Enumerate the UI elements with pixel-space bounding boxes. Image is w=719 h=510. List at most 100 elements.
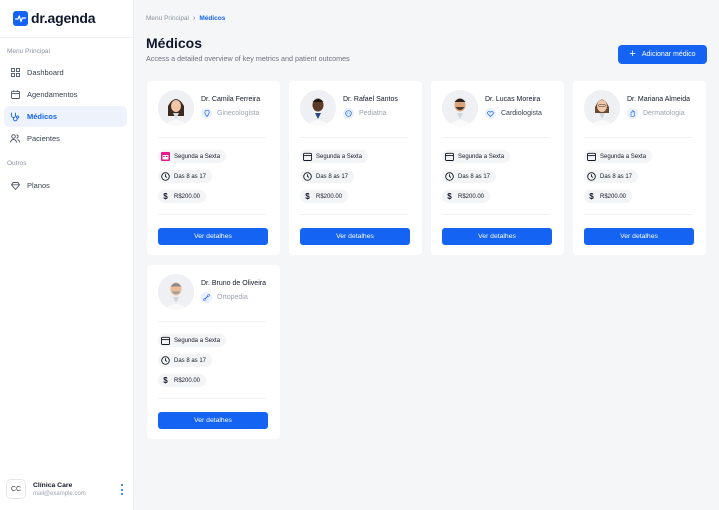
- doctor-specialty: Pediatria: [343, 108, 387, 119]
- card-divider: [300, 137, 408, 138]
- card-divider: [300, 214, 408, 215]
- doctor-name: Dr. Bruno de Oliveira: [201, 280, 266, 287]
- price-label: R$200.00: [174, 377, 201, 384]
- card-divider: [158, 321, 266, 322]
- schedule-hours: Das 8 as 17: [584, 170, 639, 183]
- dollar-icon: $: [305, 192, 310, 201]
- diamond-icon: [10, 181, 20, 191]
- calendar-icon: [303, 152, 312, 161]
- sidebar-item-label: Médicos: [27, 112, 58, 121]
- user-email: mail@example.com: [33, 490, 86, 497]
- user-profile[interactable]: CC Clínica Care mail@example.com: [6, 479, 128, 499]
- users-icon: [10, 134, 20, 144]
- hours-label: Das 8 as 17: [600, 173, 633, 180]
- card-divider: [158, 137, 266, 138]
- sidebar-item-pacientes[interactable]: Pacientes: [4, 128, 127, 149]
- brand-logo[interactable]: dr.agenda: [13, 10, 96, 26]
- sidebar-item-agendamentos[interactable]: Agendamentos: [4, 84, 127, 105]
- view-details-button[interactable]: Ver detalhes: [158, 412, 268, 429]
- doctor-card: Dr. Camila Ferreira Ginecologista Segund…: [147, 81, 280, 255]
- card-divider: [584, 214, 692, 215]
- doctor-specialty: Ortopedia: [201, 292, 248, 303]
- card-divider: [158, 398, 266, 399]
- sidebar: dr.agenda Menu Principal Dashboard Agend…: [0, 0, 134, 510]
- calendar-icon: [445, 152, 454, 161]
- clock-icon: [161, 172, 170, 181]
- card-divider: [158, 214, 266, 215]
- sidebar-item-medicos[interactable]: Médicos: [4, 106, 127, 127]
- hours-label: Das 8 as 17: [458, 173, 491, 180]
- schedule-days: Segunda a Sexta: [300, 150, 369, 163]
- calendar-icon: [587, 152, 596, 161]
- hours-label: Das 8 as 17: [174, 357, 207, 364]
- consult-price: $ R$200.00: [584, 190, 633, 203]
- view-details-button[interactable]: Ver detalhes: [584, 228, 694, 245]
- doctor-photo: [158, 90, 194, 126]
- dollar-icon: $: [163, 192, 168, 201]
- specialty-label: Pediatria: [359, 110, 387, 117]
- stethoscope-icon: [10, 112, 20, 122]
- doctor-photo: [300, 90, 336, 126]
- specialty-label: Ginecologista: [217, 110, 260, 117]
- specialty-label: Cardiologista: [501, 110, 542, 117]
- clock-icon: [445, 172, 454, 181]
- days-label: Segunda a Sexta: [316, 153, 363, 160]
- consult-price: $ R$200.00: [300, 190, 349, 203]
- calendar-icon: [10, 90, 20, 100]
- calendar-icon: [161, 152, 170, 161]
- doctor-photo: [158, 274, 194, 310]
- clock-icon: [161, 356, 170, 365]
- card-divider: [584, 137, 692, 138]
- price-label: R$200.00: [458, 193, 485, 200]
- sidebar-item-label: Pacientes: [27, 134, 60, 143]
- hand-icon: [627, 108, 638, 119]
- consult-price: $ R$200.00: [442, 190, 491, 203]
- pin-icon: [201, 108, 212, 119]
- plus-icon: +: [629, 48, 636, 60]
- sidebar-item-planos[interactable]: Planos: [4, 175, 127, 196]
- schedule-hours: Das 8 as 17: [158, 170, 213, 183]
- baby-icon: [343, 108, 354, 119]
- breadcrumb-root[interactable]: Menu Principal: [146, 15, 189, 22]
- view-details-button[interactable]: Ver detalhes: [158, 228, 268, 245]
- add-doctor-button[interactable]: + Adicionar médico: [618, 45, 707, 64]
- more-vertical-icon[interactable]: [120, 484, 124, 495]
- calendar-icon: [161, 336, 170, 345]
- view-details-button[interactable]: Ver detalhes: [442, 228, 552, 245]
- doctor-card: Dr. Mariana Almeida Dermatologia Segunda…: [573, 81, 706, 255]
- sidebar-item-dashboard[interactable]: Dashboard: [4, 62, 127, 83]
- view-details-button[interactable]: Ver detalhes: [300, 228, 410, 245]
- card-divider: [442, 214, 550, 215]
- doctor-specialty: Cardiologista: [485, 108, 542, 119]
- add-doctor-label: Adicionar médico: [641, 51, 696, 58]
- price-label: R$200.00: [600, 193, 627, 200]
- price-label: R$200.00: [174, 193, 201, 200]
- consult-price: $ R$200.00: [158, 190, 207, 203]
- doctor-specialty: Dermatologia: [627, 108, 685, 119]
- sidebar-divider: [0, 37, 134, 38]
- breadcrumb-current: Médicos: [199, 15, 226, 22]
- pulse-icon: [13, 10, 28, 26]
- days-label: Segunda a Sexta: [174, 337, 221, 344]
- section-label-other: Outros: [7, 160, 27, 167]
- breadcrumb: Menu Principal › Médicos: [146, 15, 225, 22]
- days-label: Segunda a Sexta: [174, 153, 221, 160]
- days-label: Segunda a Sexta: [600, 153, 647, 160]
- schedule-days: Segunda a Sexta: [158, 334, 227, 347]
- page-subtitle: Access a detailed overview of key metric…: [146, 54, 350, 63]
- dollar-icon: $: [163, 376, 168, 385]
- doctor-card: Dr. Rafael Santos Pediatria Segunda a Se…: [289, 81, 422, 255]
- card-divider: [442, 137, 550, 138]
- price-label: R$200.00: [316, 193, 343, 200]
- doctor-card: Dr. Bruno de Oliveira Ortopedia Segunda …: [147, 265, 280, 439]
- heart-pulse-icon: [485, 108, 496, 119]
- specialty-label: Dermatologia: [643, 110, 685, 117]
- schedule-days: Segunda a Sexta: [442, 150, 511, 163]
- hours-label: Das 8 as 17: [316, 173, 349, 180]
- sidebar-item-label: Planos: [27, 181, 50, 190]
- chevron-right-icon: ›: [193, 15, 196, 22]
- doctor-name: Dr. Camila Ferreira: [201, 96, 261, 103]
- avatar: CC: [6, 479, 26, 499]
- schedule-days: Segunda a Sexta: [584, 150, 653, 163]
- days-label: Segunda a Sexta: [458, 153, 505, 160]
